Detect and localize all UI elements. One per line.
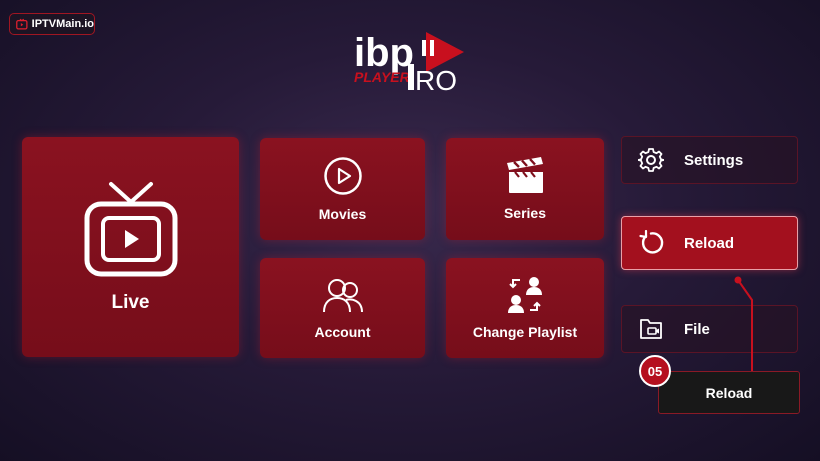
- file-label: File: [684, 320, 710, 338]
- callout-text: Reload: [705, 384, 753, 401]
- watermark-badge: IPTVMain.io: [9, 13, 95, 35]
- change-playlist-tile[interactable]: Change Playlist: [446, 258, 604, 358]
- gear-icon: [638, 148, 664, 172]
- movies-label: Movies: [318, 206, 367, 222]
- switch-users-icon: [508, 277, 542, 313]
- change-playlist-label: Change Playlist: [472, 324, 578, 340]
- movies-tile[interactable]: Movies: [260, 138, 425, 240]
- reload-icon: [639, 230, 664, 254]
- play-circle-icon: [323, 157, 362, 195]
- reload-callout: Reload: [658, 371, 800, 414]
- step-number: 05: [647, 363, 663, 379]
- file-video-icon: [640, 319, 662, 339]
- account-label: Account: [314, 324, 371, 340]
- clapperboard-icon: [507, 157, 543, 193]
- live-label: Live: [111, 292, 150, 313]
- users-icon: [322, 279, 363, 313]
- series-tile[interactable]: Series: [446, 138, 604, 240]
- reload-button[interactable]: Reload: [621, 216, 798, 270]
- ibp-player-pro-logo: ibp PLAYER RO: [354, 31, 464, 96]
- watermark-text: IPTVMain.io: [31, 18, 94, 30]
- tv-play-icon: [16, 18, 28, 30]
- file-button[interactable]: File: [621, 305, 798, 353]
- series-label: Series: [503, 205, 547, 221]
- account-tile[interactable]: Account: [260, 258, 425, 358]
- settings-label: Settings: [684, 151, 744, 169]
- tv-icon: [84, 182, 177, 277]
- logo-pro: RO: [415, 65, 457, 96]
- step-number-badge: 05: [639, 355, 671, 387]
- logo-player: PLAYER: [354, 69, 411, 85]
- settings-button[interactable]: Settings: [621, 136, 798, 184]
- reload-label: Reload: [684, 234, 735, 252]
- live-tile[interactable]: Live: [22, 137, 239, 357]
